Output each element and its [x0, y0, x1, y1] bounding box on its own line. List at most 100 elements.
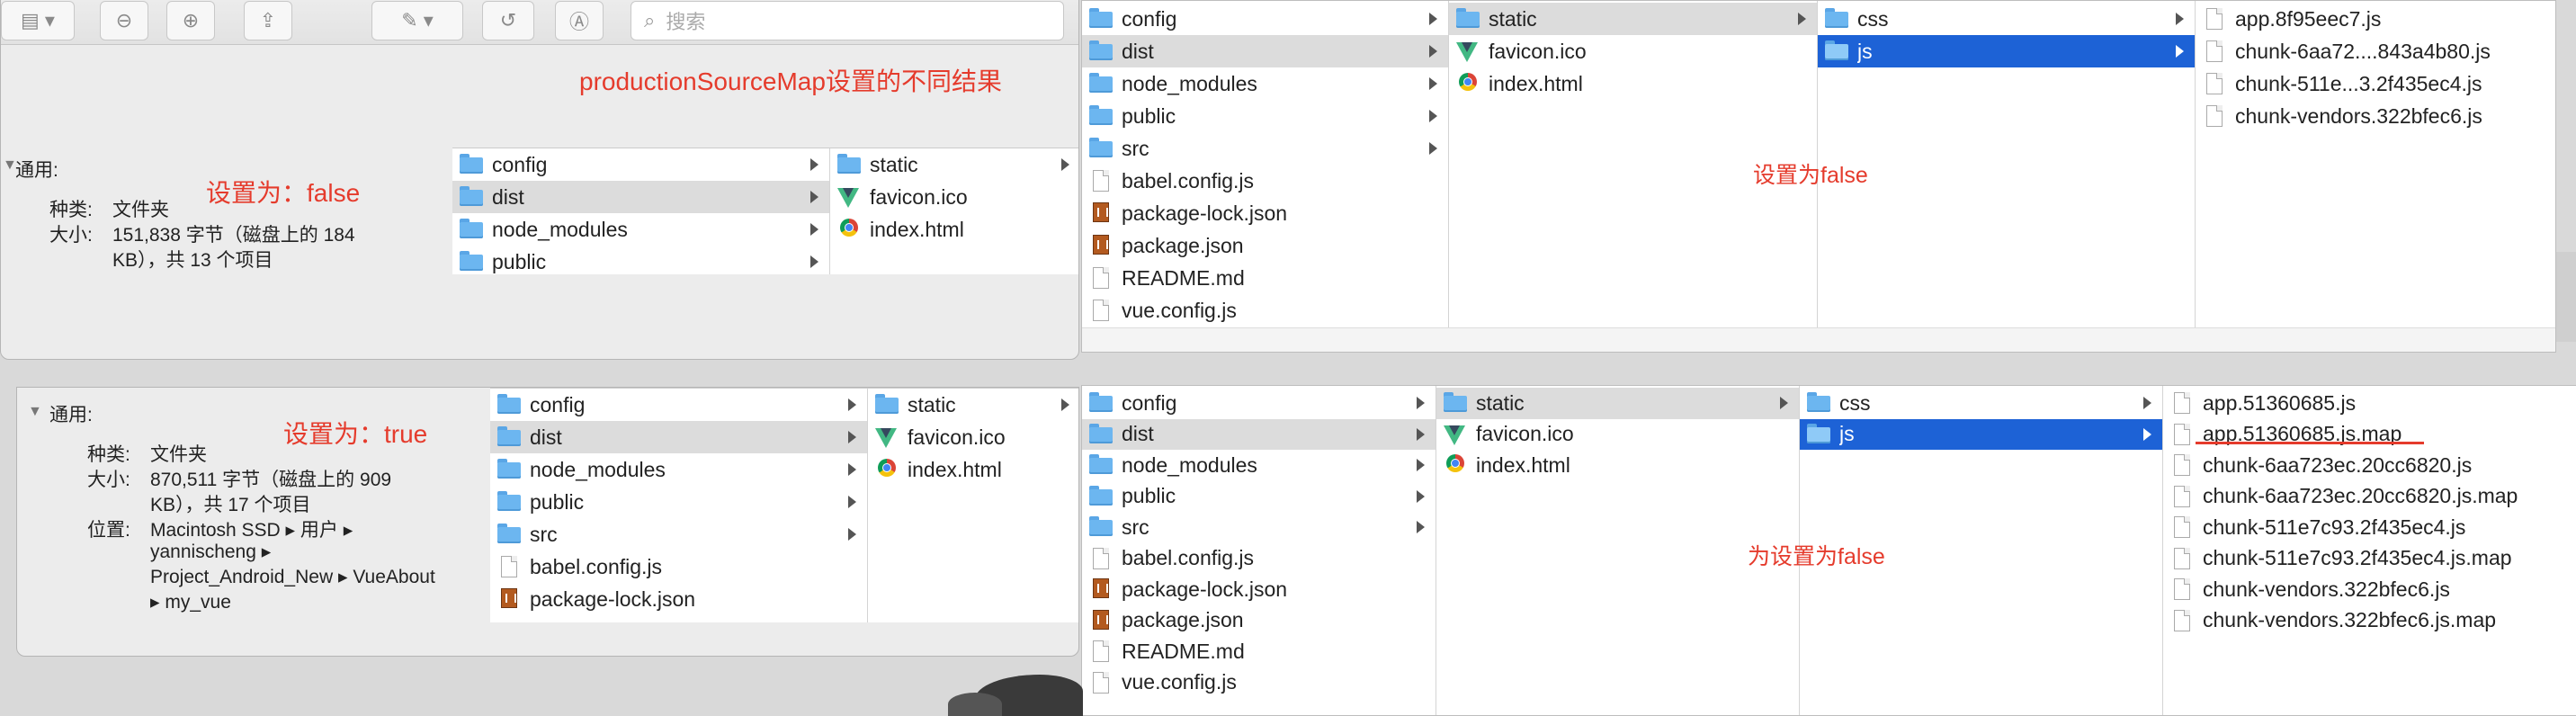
chevron-right-icon — [2143, 427, 2151, 441]
list-item[interactable]: public — [452, 246, 829, 274]
list-item[interactable]: src — [1082, 512, 1436, 543]
list-item[interactable]: chunk-vendors.322bfec6.js — [2163, 574, 2576, 605]
list-item[interactable]: vue.config.js — [1082, 667, 1436, 699]
list-item[interactable]: chunk-511e...3.2f435ec4.js — [2196, 67, 2555, 100]
kind-value: 文件夹 — [112, 200, 169, 220]
list-item[interactable]: favicon.ico — [868, 421, 1078, 453]
column-js: app.51360685.js app.51360685.js.map chunk-… — [2163, 386, 2576, 715]
search-input[interactable]: ⌕ 搜索 — [631, 1, 1064, 40]
list-item[interactable]: chunk-6aa72....843a4b80.js — [2196, 35, 2555, 67]
list-item[interactable]: node_modules — [1082, 450, 1436, 481]
list-item[interactable]: babel.config.js — [1082, 543, 1436, 575]
list-item[interactable]: chunk-6aa723ec.20cc6820.js.map — [2163, 481, 2576, 513]
list-item[interactable]: static — [830, 148, 1078, 181]
folder-icon — [497, 459, 521, 480]
list-item[interactable]: dist — [1082, 35, 1448, 67]
list-item[interactable]: dist — [490, 421, 867, 453]
list-item[interactable]: app.51360685.js.map — [2163, 419, 2576, 451]
map-file-underline — [2196, 442, 2424, 444]
list-item[interactable]: static — [1449, 3, 1817, 35]
finder-browser-top: config dist node_modules public src babel.con… — [1081, 0, 2556, 353]
chevron-right-icon — [1061, 398, 1069, 411]
list-item[interactable]: README.md — [1082, 262, 1448, 294]
list-item[interactable]: vue.config.js — [1082, 294, 1448, 327]
setting-true-label: 设置为：true — [283, 420, 428, 448]
chevron-right-icon — [848, 496, 856, 508]
folder-icon — [1825, 8, 1848, 30]
markup-pen-button[interactable]: ✎ ▾ — [371, 1, 463, 40]
caption-text: productionSourceMap设置的不同结果 — [579, 67, 1002, 95]
list-item[interactable]: chunk-511e7c93.2f435ec4.js.map — [2163, 543, 2576, 575]
search-placeholder: 搜索 — [666, 11, 706, 33]
scrollbar-horizontal[interactable] — [1082, 327, 2555, 352]
list-item[interactable]: favicon.ico — [1449, 35, 1817, 67]
list-item[interactable]: chunk-6aa723ec.20cc6820.js — [2163, 450, 2576, 481]
size-label: 大小: — [87, 470, 130, 490]
chevron-right-icon — [810, 191, 818, 203]
list-item[interactable]: config — [490, 389, 867, 421]
list-item[interactable]: package.json — [1082, 229, 1448, 262]
sidebar-toggle-button[interactable]: ▤ ▾ — [1, 1, 75, 40]
column-dist: static favicon.ico index.html — [1436, 386, 1800, 715]
folder-icon — [1089, 392, 1113, 414]
list-item[interactable]: dist — [1082, 418, 1436, 450]
list-item[interactable]: src — [1082, 132, 1448, 165]
kind-label: 种类: — [87, 444, 130, 465]
list-item[interactable]: chunk-511e7c93.2f435ec4.js — [2163, 512, 2576, 543]
document-icon — [2170, 485, 2194, 507]
folder-icon — [497, 426, 521, 448]
list-item[interactable]: babel.config.js — [1082, 165, 1448, 197]
chevron-right-icon — [1417, 397, 1425, 410]
item-label: static — [1489, 6, 1537, 31]
item-label: js — [1857, 39, 1873, 63]
zoom-out-button[interactable]: ⊖ — [100, 1, 148, 40]
list-item[interactable]: config — [1082, 3, 1448, 35]
setting-false-label-right: 设置为false — [1753, 163, 1868, 188]
list-item[interactable]: favicon.ico — [830, 181, 1078, 213]
list-item[interactable]: config — [1082, 388, 1436, 419]
item-label: README.md — [1122, 639, 1245, 663]
list-item[interactable]: public — [1082, 100, 1448, 132]
list-item[interactable]: node_modules — [490, 453, 867, 486]
item-label: babel.config.js — [1122, 546, 1255, 570]
list-item[interactable]: index.html — [1436, 450, 1799, 481]
list-item[interactable]: index.html — [868, 453, 1078, 486]
list-item[interactable]: static — [1436, 388, 1799, 419]
list-item[interactable]: index.html — [1449, 67, 1817, 100]
list-item[interactable]: public — [490, 486, 867, 518]
list-item[interactable]: public — [1082, 481, 1436, 513]
list-item[interactable]: css — [1818, 3, 2195, 35]
list-item[interactable]: package-lock.json — [1082, 197, 1448, 229]
chevron-right-icon — [1429, 13, 1437, 25]
list-item[interactable]: package-lock.json — [490, 583, 867, 615]
list-item[interactable]: js — [1800, 418, 2162, 450]
list-item[interactable]: app.8f95eec7.js — [2196, 3, 2555, 35]
zoom-in-button[interactable]: ⊕ — [166, 1, 215, 40]
list-item[interactable]: index.html — [830, 213, 1078, 246]
list-item[interactable]: node_modules — [1082, 67, 1448, 100]
list-item[interactable]: package-lock.json — [1082, 574, 1436, 605]
list-item[interactable]: favicon.ico — [1436, 419, 1799, 451]
list-item[interactable]: babel.config.js — [490, 550, 867, 583]
disclosure-triangle-icon[interactable]: ▼ — [28, 404, 42, 420]
list-item[interactable]: package.json — [1082, 605, 1436, 637]
list-item[interactable]: js — [1818, 35, 2195, 67]
rotate-button[interactable]: ↺ — [482, 1, 534, 40]
item-label: src — [1122, 136, 1149, 160]
item-label: index.html — [908, 457, 1002, 481]
list-item[interactable]: config — [452, 148, 829, 181]
desktop-tree-image — [939, 657, 1083, 716]
list-item[interactable]: README.md — [1082, 636, 1436, 667]
list-item[interactable]: chunk-vendors.322bfec6.js — [2196, 100, 2555, 132]
list-item[interactable]: static — [868, 389, 1078, 421]
chevron-right-icon — [1417, 489, 1425, 503]
list-item[interactable]: src — [490, 518, 867, 550]
list-item[interactable]: dist — [452, 181, 829, 213]
share-button[interactable]: ⇪ — [244, 1, 292, 40]
list-item[interactable]: css — [1800, 388, 2162, 419]
annotate-button[interactable]: Ⓐ — [555, 1, 604, 40]
list-item[interactable]: app.51360685.js — [2163, 388, 2576, 419]
list-item[interactable]: chunk-vendors.322bfec6.js.map — [2163, 605, 2576, 637]
list-item[interactable]: node_modules — [452, 213, 829, 246]
size-value-line2: KB），共 13 个项目 — [112, 250, 273, 271]
